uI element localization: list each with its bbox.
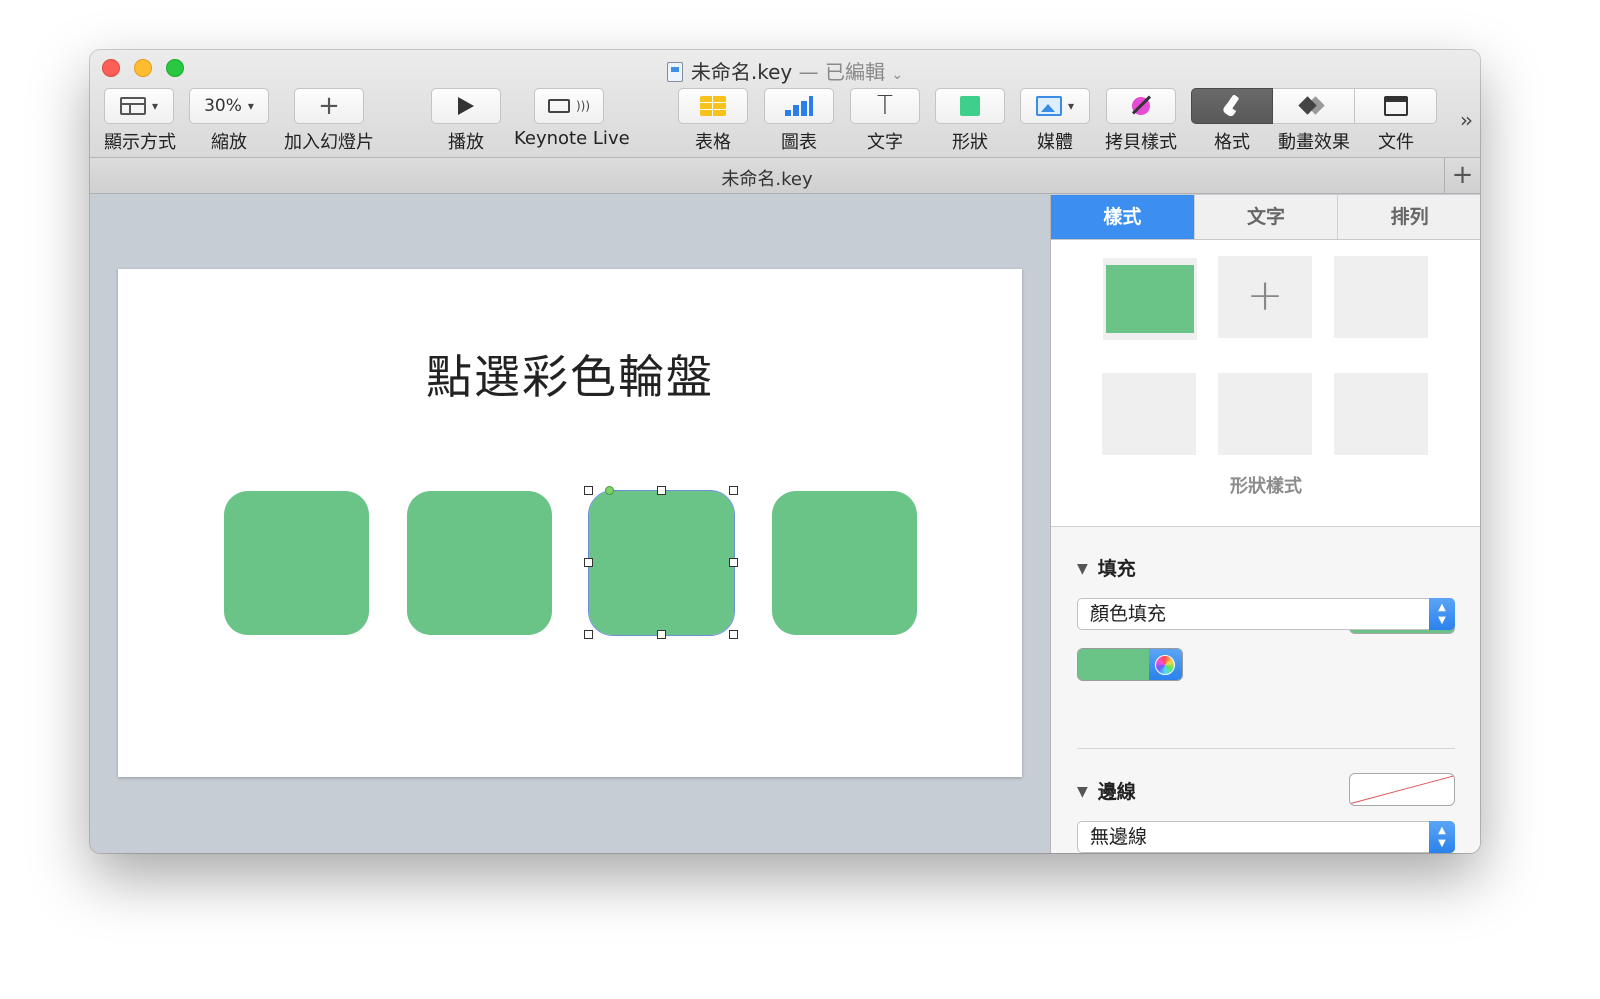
- toolbar-chart[interactable]: 圖表: [764, 88, 834, 154]
- resize-handle-bottom[interactable]: [657, 630, 666, 639]
- add-style-button[interactable]: +: [1218, 256, 1312, 338]
- resize-handle-right[interactable]: [729, 558, 738, 567]
- tab-arrange[interactable]: 排列: [1338, 195, 1480, 239]
- toolbar-table[interactable]: 表格: [678, 88, 748, 154]
- format-button[interactable]: [1191, 88, 1273, 124]
- chevron-down-icon: ▾: [1067, 99, 1075, 113]
- corner-radius-handle[interactable]: [605, 486, 614, 495]
- toolbar-text[interactable]: T 文字: [850, 88, 920, 154]
- animate-diamond-icon: [1297, 96, 1329, 116]
- shape-button[interactable]: [935, 88, 1005, 124]
- resize-handle-bottom-left[interactable]: [584, 630, 593, 639]
- plus-icon: +: [1246, 270, 1284, 321]
- inspector-tabs: 樣式 文字 排列: [1051, 195, 1480, 240]
- sidebar-view-icon: [119, 97, 146, 115]
- view-button[interactable]: ▾: [104, 88, 174, 124]
- resize-handle-left[interactable]: [584, 558, 593, 567]
- toolbar-play[interactable]: 播放: [431, 88, 501, 154]
- keynote-live-icon: [547, 99, 570, 113]
- rounded-square-shape-3[interactable]: [588, 490, 735, 636]
- resize-handle-top-left[interactable]: [584, 486, 593, 495]
- window-title: 未命名.key — 已編輯 ⌄: [90, 56, 1480, 85]
- chart-button[interactable]: [764, 88, 834, 124]
- eyedropper-icon: [1130, 95, 1152, 117]
- rounded-square-shape-4[interactable]: [772, 491, 917, 635]
- rounded-square-shape-1[interactable]: [224, 491, 369, 635]
- section-divider: [1077, 748, 1455, 749]
- color-wheel-button[interactable]: [1148, 649, 1182, 680]
- keynote-live-button[interactable]: ))): [534, 88, 604, 124]
- fill-section-title[interactable]: ▼ 填充: [1077, 554, 1136, 581]
- table-button[interactable]: [678, 88, 748, 124]
- text-button[interactable]: T: [850, 88, 920, 124]
- popup-arrows-icon: ▲ ▼: [1429, 598, 1455, 630]
- slide[interactable]: 點選彩色輪盤: [118, 269, 1022, 777]
- shape-style-swatch-4[interactable]: [1102, 373, 1196, 455]
- chevron-down-icon[interactable]: ⌄: [891, 67, 903, 83]
- text-t-icon: T: [877, 91, 893, 121]
- shape-style-swatch-3[interactable]: [1334, 256, 1428, 338]
- document-button[interactable]: [1355, 88, 1437, 124]
- toolbar-add-slide[interactable]: + 加入幻燈片: [284, 88, 374, 154]
- toolbar-shape[interactable]: 形狀: [935, 88, 1005, 154]
- toolbar-animate[interactable]: 動畫效果: [1273, 88, 1355, 154]
- shape-styles-caption: 形狀樣式: [1230, 476, 1302, 497]
- zoom-select[interactable]: 30% ▾: [189, 88, 269, 124]
- bar-chart-icon: [785, 96, 813, 116]
- keynote-window: 未命名.key — 已編輯 ⌄ ▾ 顯示方式 30% ▾ 縮放 + 加入幻燈片 …: [90, 50, 1480, 853]
- chevron-down-icon: ▾: [151, 99, 159, 113]
- shape-style-swatch-5[interactable]: [1218, 373, 1312, 455]
- play-button[interactable]: [431, 88, 501, 124]
- resize-handle-top[interactable]: [657, 486, 666, 495]
- border-type-popup[interactable]: 無邊線 ▲ ▼: [1077, 821, 1455, 853]
- fill-color-control[interactable]: [1077, 648, 1183, 681]
- shape-styles-panel: + 形狀樣式: [1051, 240, 1480, 527]
- disclosure-triangle-icon: ▼: [1077, 784, 1088, 800]
- new-tab-plus-icon[interactable]: +: [1444, 158, 1480, 194]
- toolbar-zoom[interactable]: 30% ▾ 縮放: [189, 88, 269, 154]
- paintbrush-icon: [1221, 94, 1243, 118]
- tab-text[interactable]: 文字: [1194, 195, 1339, 239]
- resize-handle-bottom-right[interactable]: [729, 630, 738, 639]
- border-section-title[interactable]: ▼ 邊線: [1077, 777, 1136, 804]
- title-bar: 未命名.key — 已編輯 ⌄ ▾ 顯示方式 30% ▾ 縮放 + 加入幻燈片 …: [90, 50, 1480, 158]
- table-icon: [700, 96, 726, 116]
- toolbar-media[interactable]: ▾ 媒體: [1020, 88, 1090, 154]
- rounded-square-shape-2[interactable]: [407, 491, 552, 635]
- keynote-document-icon: [666, 62, 683, 82]
- toolbar-format[interactable]: 格式: [1191, 88, 1273, 154]
- slide-canvas: 點選彩色輪盤: [90, 195, 1050, 853]
- media-button[interactable]: ▾: [1020, 88, 1090, 124]
- shape-style-swatch-1[interactable]: [1103, 258, 1197, 340]
- chevron-down-icon: ▾: [247, 99, 254, 113]
- format-inspector: 樣式 文字 排列 + 形狀樣式 ▼ 填充 顏色填充 ▲ ▼ ▼ 邊線 無邊線 ▲…: [1050, 195, 1480, 853]
- popup-arrows-icon: ▲ ▼: [1429, 821, 1455, 853]
- document-tab-bar: 未命名.key +: [90, 158, 1480, 194]
- color-wheel-icon: [1155, 654, 1176, 675]
- shape-style-swatch-6[interactable]: [1334, 373, 1428, 455]
- shape-square-icon: [960, 96, 980, 116]
- disclosure-triangle-icon: ▼: [1077, 561, 1088, 577]
- fill-color-swatch[interactable]: [1078, 649, 1149, 680]
- toolbar-copy-style[interactable]: 拷貝樣式: [1104, 88, 1178, 154]
- document-panel-icon: [1383, 96, 1408, 116]
- image-icon: [1035, 96, 1062, 116]
- copy-style-button[interactable]: [1106, 88, 1176, 124]
- toolbar-keynote-live[interactable]: ))) Keynote Live: [514, 88, 630, 149]
- add-slide-button[interactable]: +: [294, 88, 364, 124]
- plus-icon: +: [318, 91, 340, 121]
- resize-handle-top-right[interactable]: [729, 486, 738, 495]
- animate-button[interactable]: [1273, 88, 1355, 124]
- slide-title[interactable]: 點選彩色輪盤: [118, 341, 1022, 407]
- play-icon: [458, 97, 474, 115]
- edited-status: — 已編輯: [798, 60, 885, 84]
- fill-type-popup[interactable]: 顏色填充 ▲ ▼: [1077, 598, 1455, 630]
- toolbar-view[interactable]: ▾ 顯示方式: [104, 88, 176, 154]
- tab-style[interactable]: 樣式: [1051, 195, 1195, 239]
- toolbar-document[interactable]: 文件: [1355, 88, 1437, 154]
- toolbar-overflow-icon[interactable]: ››: [1460, 108, 1473, 132]
- document-tab[interactable]: 未命名.key: [90, 165, 1444, 191]
- border-color-well[interactable]: [1349, 773, 1455, 806]
